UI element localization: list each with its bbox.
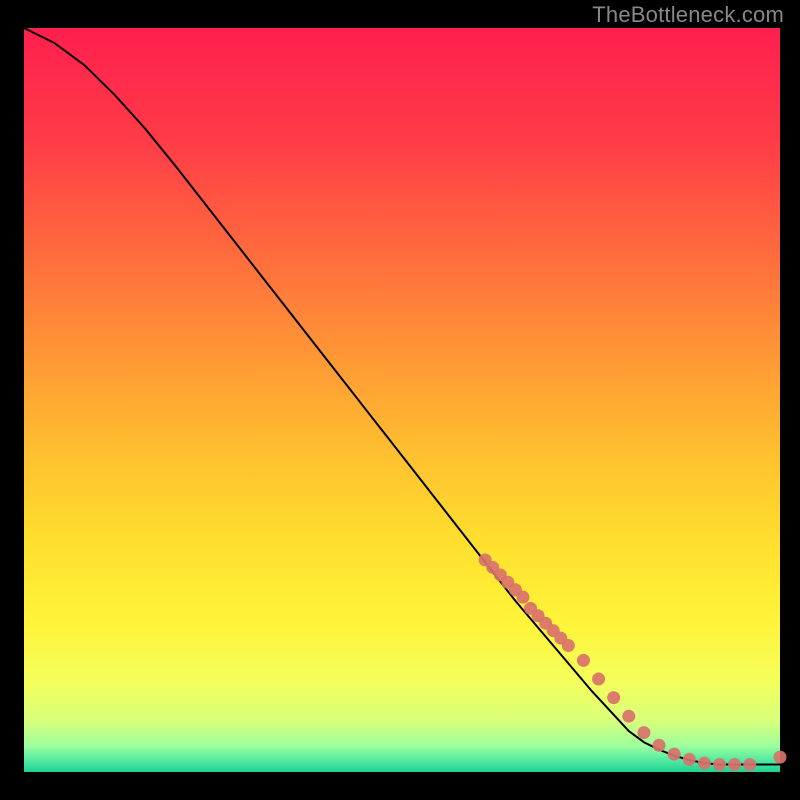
- data-point: [728, 758, 741, 771]
- data-point: [774, 751, 787, 764]
- chart-stage: TheBottleneck.com: [0, 0, 800, 800]
- chart-plot-bg: [24, 28, 780, 772]
- data-point: [743, 758, 756, 771]
- data-point: [637, 726, 650, 739]
- data-point: [562, 639, 575, 652]
- data-point: [713, 758, 726, 771]
- data-point: [653, 739, 666, 752]
- data-point: [698, 757, 711, 770]
- data-point: [577, 654, 590, 667]
- chart-svg: [0, 0, 800, 800]
- data-point: [622, 710, 635, 723]
- data-point: [683, 753, 696, 766]
- data-point: [607, 691, 620, 704]
- data-point: [668, 748, 681, 761]
- data-point: [516, 591, 529, 604]
- data-point: [592, 673, 605, 686]
